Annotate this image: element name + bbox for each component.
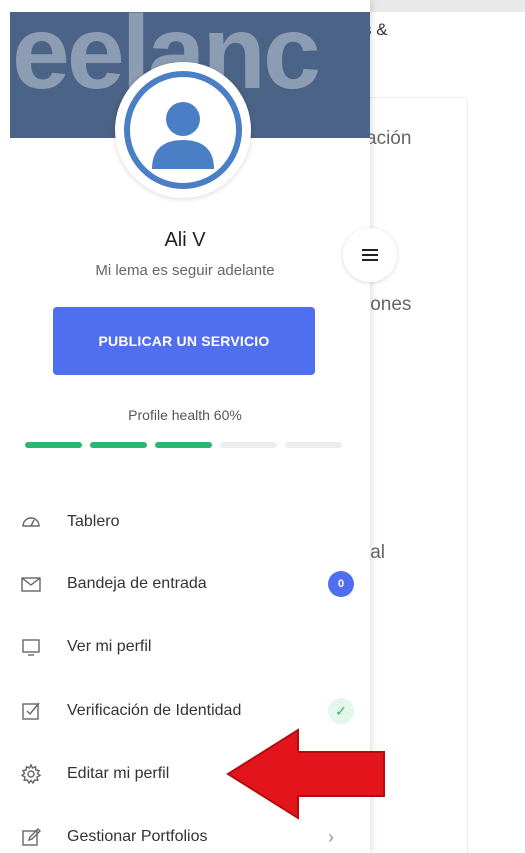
dashboard-icon — [20, 511, 42, 533]
publish-service-button[interactable]: PUBLICAR UN SERVICIO — [53, 307, 315, 375]
sidebar-item-view-profile[interactable]: Ver mi perfil — [0, 622, 370, 672]
health-segment — [220, 442, 277, 448]
inbox-count-badge: 0 — [328, 571, 354, 597]
gear-icon — [20, 763, 42, 785]
background-text: iones — [366, 294, 412, 315]
profile-health-label: Profile health 60% — [128, 407, 242, 423]
sidebar-item-label: Tablero — [67, 513, 120, 530]
health-segment — [155, 442, 212, 448]
avatar[interactable] — [115, 62, 251, 198]
health-segment — [90, 442, 147, 448]
health-segment — [25, 442, 82, 448]
sidebar-item-dashboard[interactable]: Tablero — [0, 497, 370, 547]
envelope-icon — [20, 573, 42, 595]
sidebar-item-label: Gestionar Portfolios — [67, 828, 208, 845]
annotation-arrow-icon — [226, 728, 385, 820]
sidebar-item-label: Editar mi perfil — [67, 765, 170, 782]
checkbox-icon — [20, 700, 42, 722]
sidebar-item-label: Bandeja de entrada — [67, 575, 207, 592]
sidebar-item-inbox[interactable]: Bandeja de entrada 0 — [0, 559, 370, 609]
hamburger-icon — [362, 249, 378, 261]
sidebar-item-label: Verificación de Identidad — [67, 702, 242, 719]
user-icon — [152, 102, 214, 169]
profile-sidebar: eelanc Ali V Mi lema es seguir adelante … — [0, 0, 370, 853]
profile-name: Ali V — [164, 229, 206, 251]
sidebar-item-label: Ver mi perfil — [67, 638, 152, 655]
profile-health-bar — [25, 442, 342, 448]
verified-check-icon: ✓ — [328, 698, 354, 724]
chevron-right-icon: › — [328, 826, 334, 847]
profile-tagline: Mi lema es seguir adelante — [95, 262, 275, 279]
pencil-icon — [20, 826, 42, 848]
menu-toggle-button[interactable] — [343, 228, 397, 282]
background-text: ación — [366, 128, 412, 149]
health-segment — [285, 442, 342, 448]
monitor-icon — [20, 636, 42, 658]
